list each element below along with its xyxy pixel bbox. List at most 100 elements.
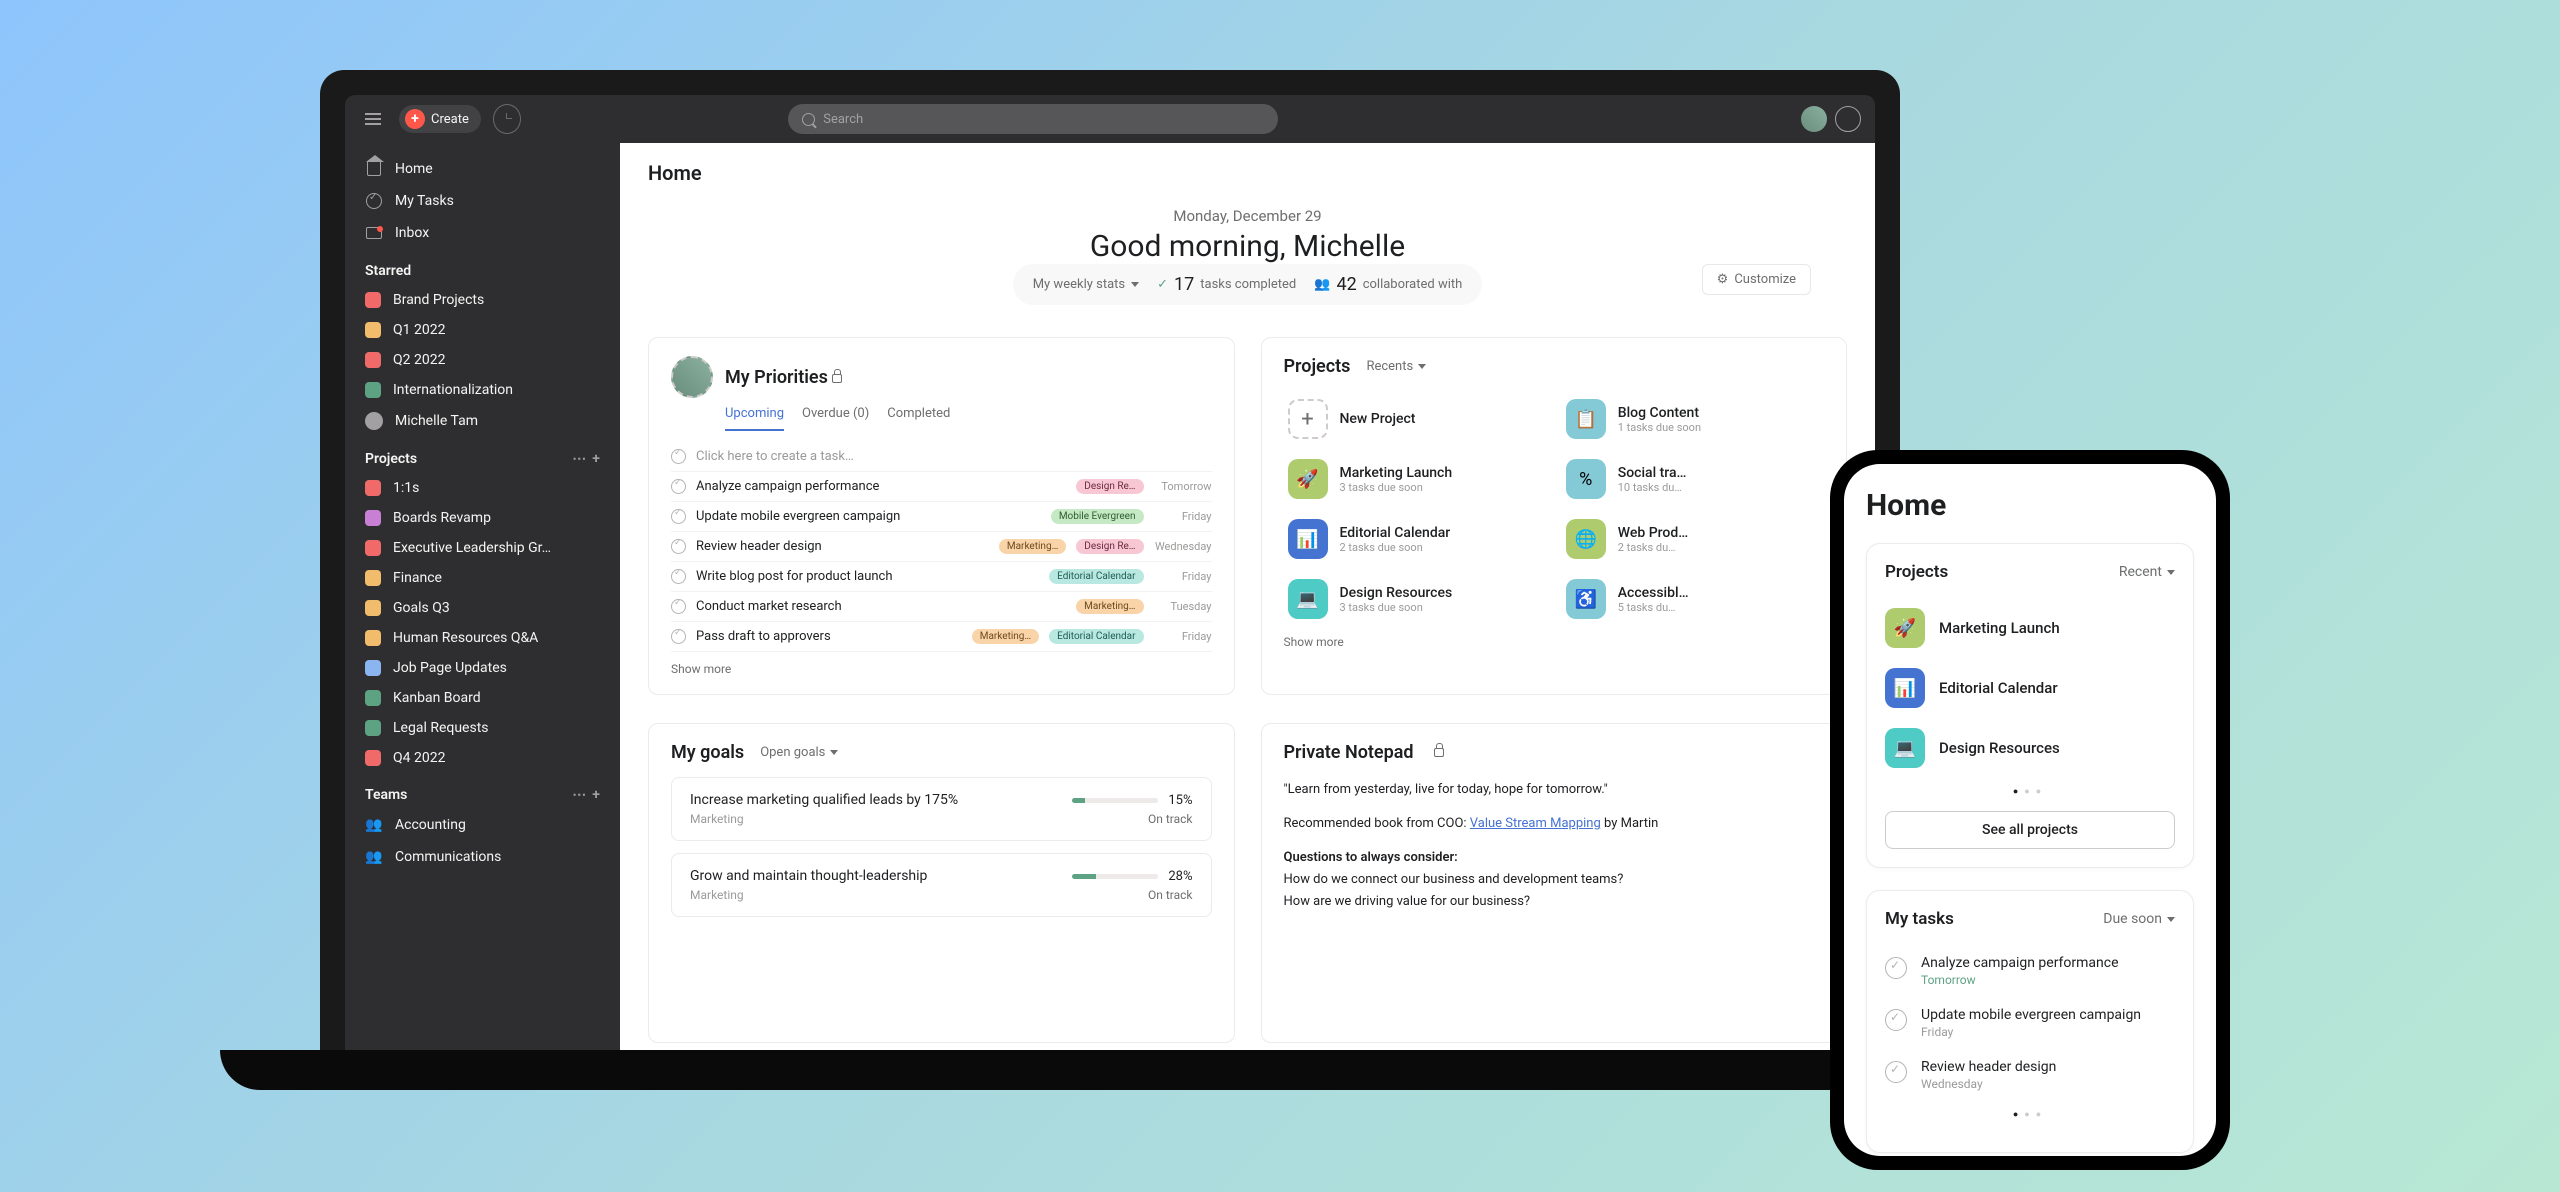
phone-task-item[interactable]: Analyze campaign performanceTomorrow (1885, 945, 2175, 997)
tab-completed[interactable]: Completed (887, 406, 950, 431)
project-tag[interactable]: Editorial Calendar (1049, 569, 1143, 584)
show-more-button[interactable]: Show more (671, 662, 1212, 676)
sidebar-item[interactable]: Finance (345, 563, 620, 593)
project-item[interactable]: 💻Design Resources3 tasks due soon (1284, 573, 1546, 625)
sidebar-item[interactable]: Job Page Updates (345, 653, 620, 683)
project-tag[interactable]: Marketing… (972, 629, 1039, 644)
project-item[interactable]: 🚀Marketing Launch3 tasks due soon (1284, 453, 1546, 505)
folder-icon (365, 382, 381, 398)
section-starred[interactable]: Starred (345, 249, 620, 285)
project-tag[interactable]: Editorial Calendar (1049, 629, 1143, 644)
sidebar-item[interactable]: 👥Communications (345, 841, 620, 873)
task-row[interactable]: Review header designMarketing…Design Re…… (671, 532, 1212, 562)
stats-dropdown[interactable]: My weekly stats (1033, 277, 1139, 292)
check-circle-icon[interactable] (671, 539, 686, 554)
sidebar-item[interactable]: Michelle Tam (345, 405, 620, 437)
sidebar-item[interactable]: Boards Revamp (345, 503, 620, 533)
sidebar-item[interactable]: Legal Requests (345, 713, 620, 743)
phone-project-item[interactable]: 💻Design Resources (1885, 718, 2175, 778)
see-all-projects-button[interactable]: See all projects (1885, 811, 2175, 849)
sidebar-item[interactable]: Executive Leadership Gr… (345, 533, 620, 563)
nav-home[interactable]: Home (345, 153, 620, 185)
project-item[interactable]: ♿Accessibl…5 tasks du… (1562, 573, 1824, 625)
project-item[interactable]: 📊Editorial Calendar2 tasks due soon (1284, 513, 1546, 565)
nav-inbox[interactable]: Inbox (345, 217, 620, 249)
due-soon-dropdown[interactable]: Due soon (2103, 911, 2175, 927)
project-item[interactable]: 🌐Web Prod…2 tasks du… (1562, 513, 1824, 565)
dark-mode-toggle[interactable] (1835, 106, 1861, 132)
menu-toggle[interactable] (359, 105, 387, 133)
section-teams[interactable]: Teams⋯+ (345, 773, 620, 809)
check-circle-icon[interactable] (671, 599, 686, 614)
project-item[interactable]: 📋Blog Content1 tasks due soon (1562, 393, 1824, 445)
section-projects[interactable]: Projects⋯+ (345, 437, 620, 473)
task-row[interactable]: Conduct market researchMarketing…Tuesday (671, 592, 1212, 622)
sidebar-item[interactable]: Goals Q3 (345, 593, 620, 623)
goal-card[interactable]: Increase marketing qualified leads by 17… (671, 777, 1212, 841)
folder-icon (365, 292, 381, 308)
create-button[interactable]: +Create (399, 105, 481, 133)
sidebar-item[interactable]: 👥Accounting (345, 809, 620, 841)
recent-dropdown[interactable]: Recent (2119, 564, 2175, 580)
plus-icon: + (1288, 399, 1328, 439)
sidebar-item[interactable]: Q4 2022 (345, 743, 620, 773)
sidebar-item[interactable]: Q1 2022 (345, 315, 620, 345)
check-circle-icon[interactable] (671, 629, 686, 644)
sidebar-item[interactable]: Internationalization (345, 375, 620, 405)
create-task-row[interactable]: Click here to create a task… (671, 442, 1212, 472)
project-tag[interactable]: Marketing… (999, 539, 1066, 554)
customize-button[interactable]: ⚙Customize (1702, 264, 1811, 295)
check-circle-icon[interactable] (671, 569, 686, 584)
folder-icon (365, 720, 381, 736)
check-circle-icon[interactable] (1885, 957, 1907, 979)
project-tag[interactable]: Marketing… (1076, 599, 1143, 614)
sidebar-item[interactable]: Brand Projects (345, 285, 620, 315)
history-button[interactable] (493, 105, 521, 133)
avatar[interactable] (1801, 106, 1827, 132)
tab-overdue[interactable]: Overdue (0) (802, 406, 869, 431)
pagination-dots[interactable]: ●●● (1885, 786, 2175, 797)
folder-icon (365, 352, 381, 368)
check-circle-icon[interactable] (671, 479, 686, 494)
task-row[interactable]: Pass draft to approversMarketing…Editori… (671, 622, 1212, 652)
inbox-icon (366, 227, 382, 239)
add-icon[interactable]: + (592, 451, 600, 467)
card-title: My goals (671, 742, 744, 763)
notepad-content[interactable]: "Learn from yesterday, live for today, h… (1284, 779, 1825, 913)
project-tag[interactable]: Design Re… (1076, 479, 1143, 494)
add-icon[interactable]: + (592, 787, 600, 803)
task-row[interactable]: Update mobile evergreen campaignMobile E… (671, 502, 1212, 532)
book-link[interactable]: Value Stream Mapping (1470, 816, 1601, 831)
phone-task-item[interactable]: Review header designWednesday (1885, 1049, 2175, 1101)
more-icon[interactable]: ⋯ (572, 451, 586, 467)
nav-my-tasks[interactable]: My Tasks (345, 185, 620, 217)
project-icon: 📋 (1566, 399, 1606, 439)
pagination-dots[interactable]: ●●● (1885, 1109, 2175, 1120)
recents-dropdown[interactable]: Recents (1366, 359, 1426, 374)
project-tag[interactable]: Design Re… (1076, 539, 1143, 554)
more-icon[interactable]: ⋯ (572, 787, 586, 803)
goals-card: My goals Open goals Increase marketing q… (648, 723, 1235, 1043)
sidebar-item[interactable]: Q2 2022 (345, 345, 620, 375)
phone-project-item[interactable]: 📊Editorial Calendar (1885, 658, 2175, 718)
sidebar-item[interactable]: Human Resources Q&A (345, 623, 620, 653)
sidebar-item[interactable]: 1:1s (345, 473, 620, 503)
task-row[interactable]: Write blog post for product launchEditor… (671, 562, 1212, 592)
search-input[interactable]: Search (788, 104, 1278, 134)
tab-upcoming[interactable]: Upcoming (725, 406, 784, 431)
task-row[interactable]: Analyze campaign performanceDesign Re…To… (671, 472, 1212, 502)
check-circle-icon[interactable] (671, 509, 686, 524)
phone-project-item[interactable]: 🚀Marketing Launch (1885, 598, 2175, 658)
project-tag[interactable]: Mobile Evergreen (1051, 509, 1144, 524)
sidebar-item[interactable]: Kanban Board (345, 683, 620, 713)
check-circle-icon[interactable] (1885, 1061, 1907, 1083)
goals-filter-dropdown[interactable]: Open goals (760, 745, 838, 760)
project-item[interactable]: %Social tra…10 tasks du… (1562, 453, 1824, 505)
goal-card[interactable]: Grow and maintain thought-leadershipMark… (671, 853, 1212, 917)
check-circle-icon[interactable] (1885, 1009, 1907, 1031)
phone-task-item[interactable]: Update mobile evergreen campaignFriday (1885, 997, 2175, 1049)
check-circle-icon (366, 193, 382, 209)
project-item[interactable]: +New Project (1284, 393, 1546, 445)
show-more-button[interactable]: Show more (1284, 635, 1825, 649)
avatar[interactable] (671, 356, 713, 398)
